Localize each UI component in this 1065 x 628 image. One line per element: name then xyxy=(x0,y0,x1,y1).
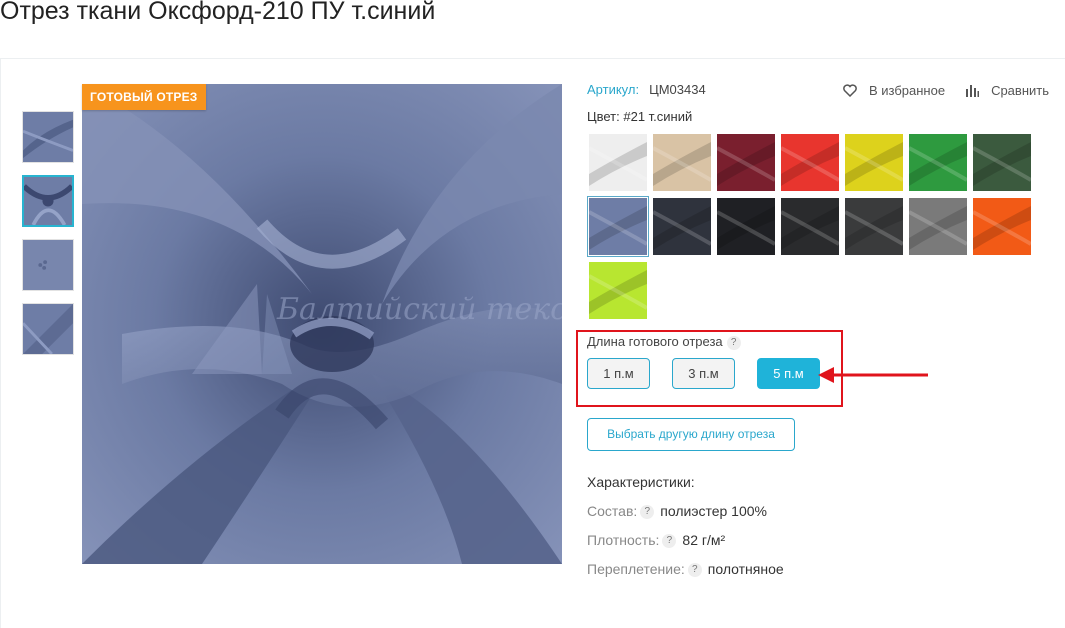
help-icon[interactable]: ? xyxy=(662,534,677,549)
characteristic-weave: Переплетение:? полотняное xyxy=(587,561,784,578)
watermark: Балтийский текстиль xyxy=(276,292,562,327)
color-swatch[interactable] xyxy=(781,134,839,191)
color-swatch[interactable] xyxy=(587,196,649,257)
length-option-1[interactable]: 1 п.м xyxy=(587,358,650,389)
compare-label: Сравнить xyxy=(991,83,1049,98)
choose-other-length-button[interactable]: Выбрать другую длину отреза xyxy=(587,418,795,451)
arrow-left-icon xyxy=(818,367,928,383)
color-swatch[interactable] xyxy=(973,134,1031,191)
page-title: Отрез ткани Оксфорд-210 ПУ т.синий xyxy=(0,0,436,25)
color-swatch[interactable] xyxy=(973,198,1031,255)
thumbnail-list xyxy=(22,111,74,367)
compare-icon xyxy=(966,85,980,97)
characteristic-value: 82 г/м² xyxy=(682,532,726,548)
characteristic-value: полиэстер 100% xyxy=(660,503,767,519)
color-label: Цвет: #21 т.синий xyxy=(587,109,693,124)
compare-button[interactable]: Сравнить xyxy=(965,83,1049,98)
thumbnail-1[interactable] xyxy=(22,111,74,163)
product-actions: В избранное Сравнить xyxy=(823,83,1049,98)
color-swatch[interactable] xyxy=(717,198,775,255)
favorite-label: В избранное xyxy=(868,83,946,98)
length-title: Длина готового отреза? xyxy=(587,334,741,350)
length-option-5[interactable]: 5 п.м xyxy=(757,358,820,389)
length-title-text: Длина готового отреза xyxy=(587,334,723,349)
help-icon[interactable]: ? xyxy=(687,563,702,578)
heart-icon xyxy=(843,84,857,97)
thumbnail-2[interactable] xyxy=(22,175,74,227)
color-swatch[interactable] xyxy=(845,134,903,191)
characteristic-label: Состав: xyxy=(587,503,638,519)
length-option-3[interactable]: 3 п.м xyxy=(672,358,735,389)
color-swatch[interactable] xyxy=(781,198,839,255)
ready-cut-badge: ГОТОВЫЙ ОТРЕЗ xyxy=(82,84,206,110)
help-icon[interactable]: ? xyxy=(726,335,741,350)
color-swatch[interactable] xyxy=(909,134,967,191)
color-swatch[interactable] xyxy=(589,134,647,191)
characteristic-value: полотняное xyxy=(707,561,784,577)
sku-value: ЦМ03434 xyxy=(649,82,706,97)
favorite-button[interactable]: В избранное xyxy=(843,83,945,98)
thumbnail-4[interactable] xyxy=(22,303,74,355)
thumbnail-3[interactable] xyxy=(22,239,74,291)
help-icon[interactable]: ? xyxy=(640,505,655,520)
color-swatch[interactable] xyxy=(589,262,647,319)
characteristic-label: Переплетение: xyxy=(587,561,685,577)
product-main-image[interactable]: Балтийский текстиль xyxy=(82,84,562,564)
color-swatch[interactable] xyxy=(653,198,711,255)
characteristics-title: Характеристики: xyxy=(587,474,695,490)
color-swatch[interactable] xyxy=(845,198,903,255)
characteristic-label: Плотность: xyxy=(587,532,660,548)
color-swatch[interactable] xyxy=(653,134,711,191)
characteristic-composition: Состав:? полиэстер 100% xyxy=(587,503,767,520)
characteristic-density: Плотность:? 82 г/м² xyxy=(587,532,726,549)
color-swatch[interactable] xyxy=(909,198,967,255)
sku-row: Артикул: ЦМ03434 xyxy=(587,82,706,97)
sku-label: Артикул: xyxy=(587,82,640,97)
color-swatch[interactable] xyxy=(717,134,775,191)
